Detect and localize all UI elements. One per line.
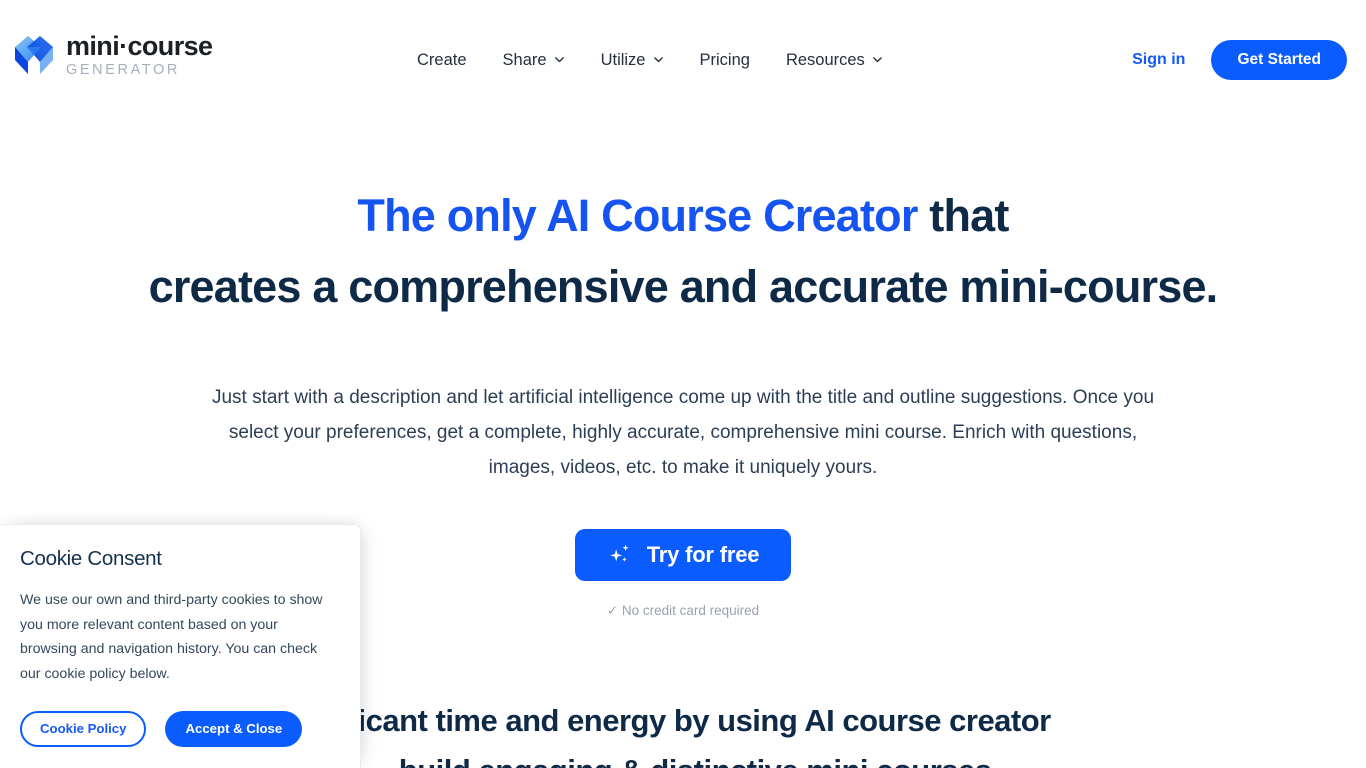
brand-logo[interactable]: mini·course GENERATOR [12, 31, 213, 79]
headline-line-2: creates a comprehensive and accurate min… [148, 261, 1219, 313]
nav-label-share: Share [502, 51, 547, 69]
get-started-button[interactable]: Get Started [1211, 40, 1347, 80]
nav-label-pricing: Pricing [699, 51, 750, 69]
nav-item-pricing[interactable]: Pricing [682, 47, 768, 74]
site-header: mini·course GENERATOR Create Share Utili… [0, 0, 1366, 120]
sparkle-icon [607, 542, 633, 568]
accept-and-close-button[interactable]: Accept & Close [165, 710, 303, 747]
cookie-consent-dialog: Cookie Consent We use our own and third-… [0, 524, 361, 768]
nav-label-utilize: Utilize [600, 51, 646, 69]
try-for-free-label: Try for free [646, 542, 760, 567]
chevron-down-icon [872, 54, 883, 65]
hero-subtitle: Just start with a description and let ar… [211, 387, 1155, 479]
header-actions: Sign in Get Started [1132, 40, 1347, 80]
cookie-consent-actions: Cookie Policy Accept & Close [20, 710, 336, 747]
cookie-policy-button[interactable]: Cookie Policy [20, 710, 147, 747]
brand-name: mini·course [66, 31, 213, 61]
section-heading-line-2: ...build engaging & distinctive mini cou… [374, 753, 992, 768]
nav-label-resources: Resources [785, 51, 865, 69]
cookie-consent-body: We use our own and third-party cookies t… [20, 592, 323, 683]
cookie-consent-title: Cookie Consent [20, 547, 162, 570]
try-for-free-button[interactable]: Try for free [574, 529, 792, 581]
hero-section: The only AI Course Creator that creates … [0, 180, 1366, 486]
nav-item-share[interactable]: Share [485, 47, 583, 74]
page-root: mini·course GENERATOR Create Share Utili… [0, 0, 1366, 768]
nav-item-utilize[interactable]: Utilize [583, 47, 682, 74]
section-heading-line-1: ...ificant time and energy by using AI c… [315, 703, 1051, 738]
chevron-down-icon [653, 54, 664, 65]
nav-item-resources[interactable]: Resources [768, 47, 901, 74]
main-navigation: Create Share Utilize Pricing Resources [417, 47, 901, 74]
overlapping-diamonds-icon [12, 34, 56, 76]
page-title: The only AI Course Creator that creates … [0, 180, 1366, 322]
nav-item-create[interactable]: Create [417, 47, 485, 74]
brand-tagline: GENERATOR [66, 62, 180, 79]
headline-rest: that [917, 190, 1009, 241]
nav-label-create: Create [417, 51, 467, 69]
chevron-down-icon [554, 54, 565, 65]
headline-accent: The only AI Course Creator [357, 190, 918, 241]
sign-in-link[interactable]: Sign in [1132, 51, 1185, 69]
